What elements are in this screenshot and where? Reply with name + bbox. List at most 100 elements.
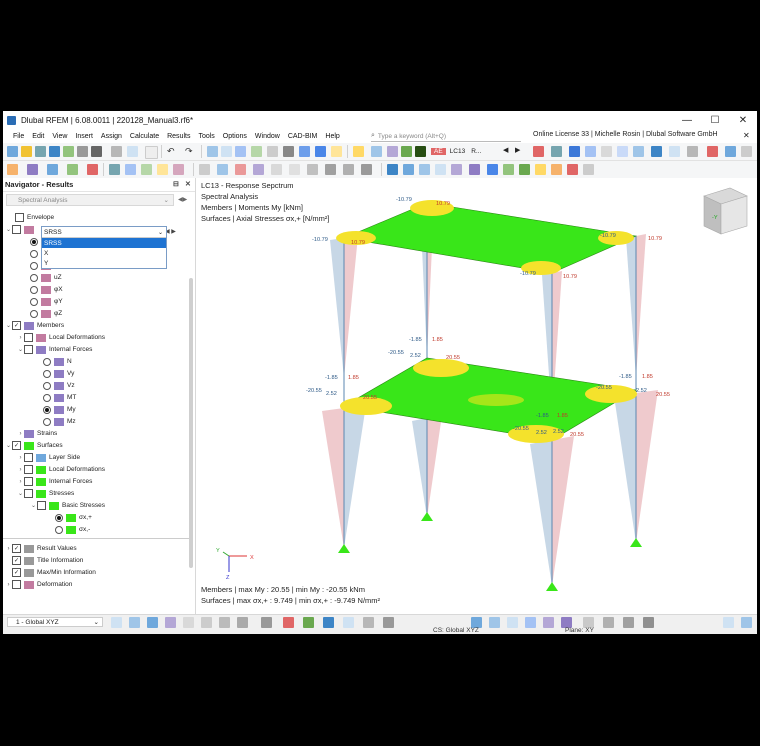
expand-icon[interactable]: ›: [17, 335, 24, 341]
search-input[interactable]: ⌕ Type a keyword (Alt+Q): [371, 131, 521, 142]
tree-item-global-deformations[interactable]: ⌄: [5, 224, 37, 235]
display-icon[interactable]: [299, 146, 310, 157]
layer-bottom-icon[interactable]: [623, 617, 634, 628]
hide-icon[interactable]: [583, 164, 594, 175]
tree-item-phix[interactable]: φX: [30, 284, 63, 295]
expand-icon[interactable]: ›: [17, 455, 24, 461]
settings-icon[interactable]: [725, 146, 736, 157]
tree-item-mt[interactable]: MT: [43, 392, 76, 403]
tree-item-members[interactable]: ⌄ ✓ Members: [5, 320, 64, 331]
report-icon[interactable]: [127, 146, 138, 157]
results-icon-3[interactable]: [415, 146, 426, 157]
mz-radio[interactable]: [43, 417, 51, 426]
filter-bottom-icon[interactable]: [219, 617, 230, 628]
undo-icon[interactable]: ↶: [167, 146, 178, 157]
guide-icon[interactable]: [687, 146, 698, 157]
view-icon-3[interactable]: [235, 146, 246, 157]
expand-icon[interactable]: ›: [5, 582, 12, 588]
grid-bottom-icon[interactable]: [489, 617, 500, 628]
support-icon[interactable]: [546, 582, 558, 591]
hinge-icon[interactable]: [253, 164, 264, 175]
results-icon-1[interactable]: [387, 146, 398, 157]
save-all-icon[interactable]: [63, 146, 74, 157]
layer-side-checkbox[interactable]: [24, 453, 33, 462]
members-checkbox[interactable]: ✓: [12, 321, 21, 330]
expand-icon[interactable]: ›: [17, 467, 24, 473]
open-folder-icon[interactable]: [21, 146, 32, 157]
local-deformations-checkbox[interactable]: [24, 333, 33, 342]
expand-icon[interactable]: ›: [5, 546, 12, 552]
grid-icon[interactable]: [251, 146, 262, 157]
collapse-icon[interactable]: ⌄: [30, 502, 37, 509]
vy-radio[interactable]: [43, 369, 51, 378]
result-bottom-icon[interactable]: [303, 617, 314, 628]
rotate-icon[interactable]: [87, 164, 98, 175]
open-web-icon[interactable]: [35, 146, 46, 157]
scale-icon[interactable]: [617, 146, 628, 157]
menu-edit[interactable]: Edit: [28, 133, 48, 140]
collapse-icon[interactable]: ⌄: [17, 490, 24, 497]
tree-item-surface-local-deformations[interactable]: › Local Deformations: [17, 464, 105, 475]
tree-item-result-values[interactable]: › ✓ Result Values: [5, 543, 77, 554]
phiz-radio[interactable]: [30, 309, 38, 318]
pin-icon[interactable]: ⊟: [173, 180, 179, 188]
panel-toggle-icon[interactable]: [723, 617, 734, 628]
section-bottom-icon[interactable]: [237, 617, 248, 628]
snap-icon[interactable]: [217, 164, 228, 175]
grid-point-icon[interactable]: [271, 164, 282, 175]
uz-radio[interactable]: [30, 273, 38, 282]
menu-assign[interactable]: Assign: [97, 133, 126, 140]
collapse-icon[interactable]: ⌄: [5, 226, 12, 233]
clipboard-icon[interactable]: [145, 146, 158, 159]
my-radio[interactable]: [43, 405, 51, 414]
isolines-icon[interactable]: [633, 146, 644, 157]
analysis-type-select[interactable]: Spectral Analysis ⌄: [6, 194, 174, 206]
zoom-window-icon[interactable]: [267, 146, 278, 157]
tree-item-sigma-plus[interactable]: σx,+: [55, 512, 92, 523]
surface-local-deformations-checkbox[interactable]: [24, 465, 33, 474]
menu-help[interactable]: Help: [321, 133, 343, 140]
envelope-dropdown[interactable]: SRSS ⌄ SRSS X Y: [41, 226, 167, 269]
move-icon[interactable]: [27, 164, 38, 175]
lighting-icon[interactable]: [535, 164, 546, 175]
expand-icon[interactable]: ›: [17, 479, 24, 485]
print-icon[interactable]: [77, 146, 88, 157]
expand-icon[interactable]: ›: [17, 431, 24, 437]
tree-item-u[interactable]: [30, 236, 41, 247]
tree-item-uz[interactable]: uZ: [30, 272, 62, 283]
global-deformations-checkbox[interactable]: [12, 225, 21, 234]
measure-icon[interactable]: [289, 164, 300, 175]
render-icon[interactable]: [283, 146, 294, 157]
dropdown-option-x[interactable]: X: [42, 248, 166, 258]
visibility-bottom-icon[interactable]: [643, 617, 654, 628]
tool2-bottom-icon[interactable]: [363, 617, 374, 628]
tree-item-internal-forces[interactable]: ⌄ Internal Forces: [17, 344, 92, 355]
tree-item-vz[interactable]: Vz: [43, 380, 75, 391]
vz-radio[interactable]: [43, 381, 51, 390]
menu-insert[interactable]: Insert: [71, 133, 97, 140]
show-results-icon[interactable]: [569, 146, 580, 157]
delete-icon[interactable]: [707, 146, 718, 157]
ruler-bottom-icon[interactable]: [603, 617, 614, 628]
top-slab-surface[interactable]: [342, 202, 638, 274]
internal-forces-checkbox[interactable]: [24, 345, 33, 354]
sigma-minus-radio[interactable]: [55, 525, 63, 534]
solid-view-icon[interactable]: [487, 164, 498, 175]
surface-internal-forces-checkbox[interactable]: [24, 477, 33, 486]
osnap-bottom-icon[interactable]: [543, 617, 554, 628]
deformation-icon[interactable]: [353, 146, 364, 157]
dropdown-option-y[interactable]: Y: [42, 258, 166, 268]
filter-icon[interactable]: [533, 146, 544, 157]
object-snap-icon[interactable]: [147, 617, 158, 628]
results-icon-2[interactable]: [401, 146, 412, 157]
navigator-close-icon[interactable]: ✕: [185, 180, 191, 188]
table-icon[interactable]: [111, 146, 122, 157]
tree-item-basic-stresses[interactable]: ⌄ Basic Stresses: [30, 500, 105, 511]
tree-item-surface-internal-forces[interactable]: › Internal Forces: [17, 476, 92, 487]
view-icon-2[interactable]: [221, 146, 232, 157]
model-viewport[interactable]: LC13 - Response Sepctrum Spectral Analys…: [196, 178, 757, 614]
sigma-plus-radio[interactable]: [55, 513, 63, 522]
new-icon[interactable]: [7, 146, 18, 157]
copy-icon[interactable]: [47, 164, 58, 175]
menu-view[interactable]: View: [48, 133, 71, 140]
